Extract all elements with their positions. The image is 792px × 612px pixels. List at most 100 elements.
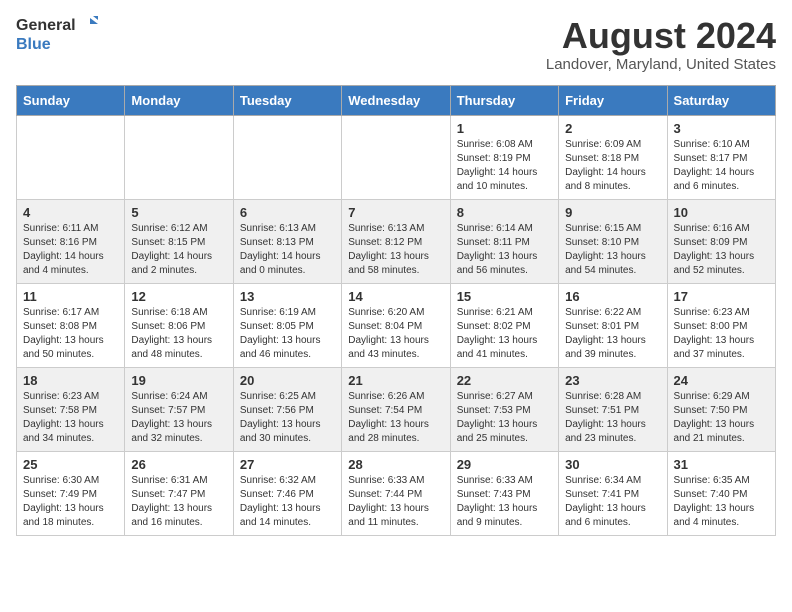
day-number: 18 [23, 373, 118, 388]
day-cell [342, 115, 450, 199]
day-info: Sunrise: 6:22 AM Sunset: 8:01 PM Dayligh… [565, 306, 660, 362]
day-info: Sunrise: 6:09 AM Sunset: 8:18 PM Dayligh… [565, 138, 660, 194]
logo-wordmark: General Blue [16, 16, 98, 54]
subtitle: Landover, Maryland, United States [546, 56, 776, 73]
day-number: 9 [565, 205, 660, 220]
day-number: 14 [348, 289, 443, 304]
day-info: Sunrise: 6:32 AM Sunset: 7:46 PM Dayligh… [240, 474, 335, 530]
day-cell: 30 Sunrise: 6:34 AM Sunset: 7:41 PM Dayli… [559, 451, 667, 535]
day-cell: 15Sunrise: 6:21 AM Sunset: 8:02 PM Dayli… [450, 283, 558, 367]
day-number: 22 [457, 373, 552, 388]
week-row-5: 25 Sunrise: 6:30 AM Sunset: 7:49 PM Dayli… [17, 451, 776, 535]
day-cell: 2 Sunrise: 6:09 AM Sunset: 8:18 PM Daylig… [559, 115, 667, 199]
day-info: Sunrise: 6:26 AM Sunset: 7:54 PM Dayligh… [348, 390, 443, 446]
day-number: 10 [674, 205, 769, 220]
day-cell: 7 Sunrise: 6:13 AM Sunset: 8:12 PM Daylig… [342, 199, 450, 283]
day-cell: 24 Sunrise: 6:29 AM Sunset: 7:50 PM Dayli… [667, 367, 775, 451]
day-info: Sunrise: 6:35 AM Sunset: 7:40 PM Dayligh… [674, 474, 769, 530]
day-info: Sunrise: 6:23 AM Sunset: 7:58 PM Dayligh… [23, 390, 118, 446]
day-cell: 16 Sunrise: 6:22 AM Sunset: 8:01 PM Dayli… [559, 283, 667, 367]
day-info: Sunrise: 6:31 AM Sunset: 7:47 PM Dayligh… [131, 474, 226, 530]
day-number: 25 [23, 457, 118, 472]
day-info: Sunrise: 6:20 AM Sunset: 8:04 PM Dayligh… [348, 306, 443, 362]
day-info: Sunrise: 6:16 AM Sunset: 8:09 PM Dayligh… [674, 222, 769, 278]
day-info: Sunrise: 6:34 AM Sunset: 7:41 PM Dayligh… [565, 474, 660, 530]
day-number: 12 [131, 289, 226, 304]
day-number: 29 [457, 457, 552, 472]
day-number: 2 [565, 121, 660, 136]
day-cell: 8 Sunrise: 6:14 AM Sunset: 8:11 PM Daylig… [450, 199, 558, 283]
day-cell: 28Sunrise: 6:33 AM Sunset: 7:44 PM Dayli… [342, 451, 450, 535]
day-info: Sunrise: 6:15 AM Sunset: 8:10 PM Dayligh… [565, 222, 660, 278]
day-info: Sunrise: 6:28 AM Sunset: 7:51 PM Dayligh… [565, 390, 660, 446]
day-info: Sunrise: 6:33 AM Sunset: 7:43 PM Dayligh… [457, 474, 552, 530]
day-number: 30 [565, 457, 660, 472]
day-info: Sunrise: 6:18 AM Sunset: 8:06 PM Dayligh… [131, 306, 226, 362]
day-cell: 17 Sunrise: 6:23 AM Sunset: 8:00 PM Dayli… [667, 283, 775, 367]
day-cell: 1 Sunrise: 6:08 AM Sunset: 8:19 PM Daylig… [450, 115, 558, 199]
day-info: Sunrise: 6:29 AM Sunset: 7:50 PM Dayligh… [674, 390, 769, 446]
day-info: Sunrise: 6:23 AM Sunset: 8:00 PM Dayligh… [674, 306, 769, 362]
day-cell: 21 Sunrise: 6:26 AM Sunset: 7:54 PM Dayli… [342, 367, 450, 451]
column-header-tuesday: Tuesday [233, 85, 341, 115]
day-number: 16 [565, 289, 660, 304]
title-section: August 2024 Landover, Maryland, United S… [546, 16, 776, 73]
day-number: 6 [240, 205, 335, 220]
day-number: 20 [240, 373, 335, 388]
day-cell: 5 Sunrise: 6:12 AM Sunset: 8:15 PM Daylig… [125, 199, 233, 283]
day-number: 26 [131, 457, 226, 472]
day-number: 28 [348, 457, 443, 472]
column-header-thursday: Thursday [450, 85, 558, 115]
day-info: Sunrise: 6:12 AM Sunset: 8:15 PM Dayligh… [131, 222, 226, 278]
day-info: Sunrise: 6:25 AM Sunset: 7:56 PM Dayligh… [240, 390, 335, 446]
day-number: 11 [23, 289, 118, 304]
main-title: August 2024 [546, 16, 776, 56]
day-cell: 13Sunrise: 6:19 AM Sunset: 8:05 PM Dayli… [233, 283, 341, 367]
day-info: Sunrise: 6:14 AM Sunset: 8:11 PM Dayligh… [457, 222, 552, 278]
day-number: 1 [457, 121, 552, 136]
day-cell [125, 115, 233, 199]
day-number: 27 [240, 457, 335, 472]
day-info: Sunrise: 6:13 AM Sunset: 8:13 PM Dayligh… [240, 222, 335, 278]
week-row-4: 18 Sunrise: 6:23 AM Sunset: 7:58 PM Dayli… [17, 367, 776, 451]
day-cell: 3Sunrise: 6:10 AM Sunset: 8:17 PM Daylig… [667, 115, 775, 199]
day-info: Sunrise: 6:13 AM Sunset: 8:12 PM Dayligh… [348, 222, 443, 278]
day-cell: 18 Sunrise: 6:23 AM Sunset: 7:58 PM Dayli… [17, 367, 125, 451]
column-header-friday: Friday [559, 85, 667, 115]
column-header-saturday: Saturday [667, 85, 775, 115]
day-number: 24 [674, 373, 769, 388]
day-number: 17 [674, 289, 769, 304]
day-info: Sunrise: 6:10 AM Sunset: 8:17 PM Dayligh… [674, 138, 769, 194]
day-cell: 6 Sunrise: 6:13 AM Sunset: 8:13 PM Daylig… [233, 199, 341, 283]
day-number: 8 [457, 205, 552, 220]
day-number: 31 [674, 457, 769, 472]
day-number: 7 [348, 205, 443, 220]
day-cell: 29 Sunrise: 6:33 AM Sunset: 7:43 PM Dayli… [450, 451, 558, 535]
day-cell: 26 Sunrise: 6:31 AM Sunset: 7:47 PM Dayli… [125, 451, 233, 535]
day-info: Sunrise: 6:30 AM Sunset: 7:49 PM Dayligh… [23, 474, 118, 530]
logo: General Blue [16, 16, 98, 54]
day-cell: 12 Sunrise: 6:18 AM Sunset: 8:06 PM Dayli… [125, 283, 233, 367]
day-cell: 23 Sunrise: 6:28 AM Sunset: 7:51 PM Dayli… [559, 367, 667, 451]
day-cell: 10 Sunrise: 6:16 AM Sunset: 8:09 PM Dayli… [667, 199, 775, 283]
day-cell [233, 115, 341, 199]
day-number: 5 [131, 205, 226, 220]
week-row-3: 11Sunrise: 6:17 AM Sunset: 8:08 PM Dayli… [17, 283, 776, 367]
day-cell: 20 Sunrise: 6:25 AM Sunset: 7:56 PM Dayli… [233, 367, 341, 451]
day-info: Sunrise: 6:11 AM Sunset: 8:16 PM Dayligh… [23, 222, 118, 278]
page-header: General Blue August 2024 Landover, Maryl… [16, 16, 776, 73]
week-row-2: 4Sunrise: 6:11 AM Sunset: 8:16 PM Daylig… [17, 199, 776, 283]
day-info: Sunrise: 6:08 AM Sunset: 8:19 PM Dayligh… [457, 138, 552, 194]
column-header-monday: Monday [125, 85, 233, 115]
column-header-sunday: Sunday [17, 85, 125, 115]
week-row-1: 1 Sunrise: 6:08 AM Sunset: 8:19 PM Daylig… [17, 115, 776, 199]
logo-flag-icon [78, 16, 98, 36]
column-header-wednesday: Wednesday [342, 85, 450, 115]
day-info: Sunrise: 6:21 AM Sunset: 8:02 PM Dayligh… [457, 306, 552, 362]
day-cell: 25 Sunrise: 6:30 AM Sunset: 7:49 PM Dayli… [17, 451, 125, 535]
day-number: 19 [131, 373, 226, 388]
day-number: 23 [565, 373, 660, 388]
day-cell: 9 Sunrise: 6:15 AM Sunset: 8:10 PM Daylig… [559, 199, 667, 283]
day-cell: 27 Sunrise: 6:32 AM Sunset: 7:46 PM Dayli… [233, 451, 341, 535]
day-number: 21 [348, 373, 443, 388]
